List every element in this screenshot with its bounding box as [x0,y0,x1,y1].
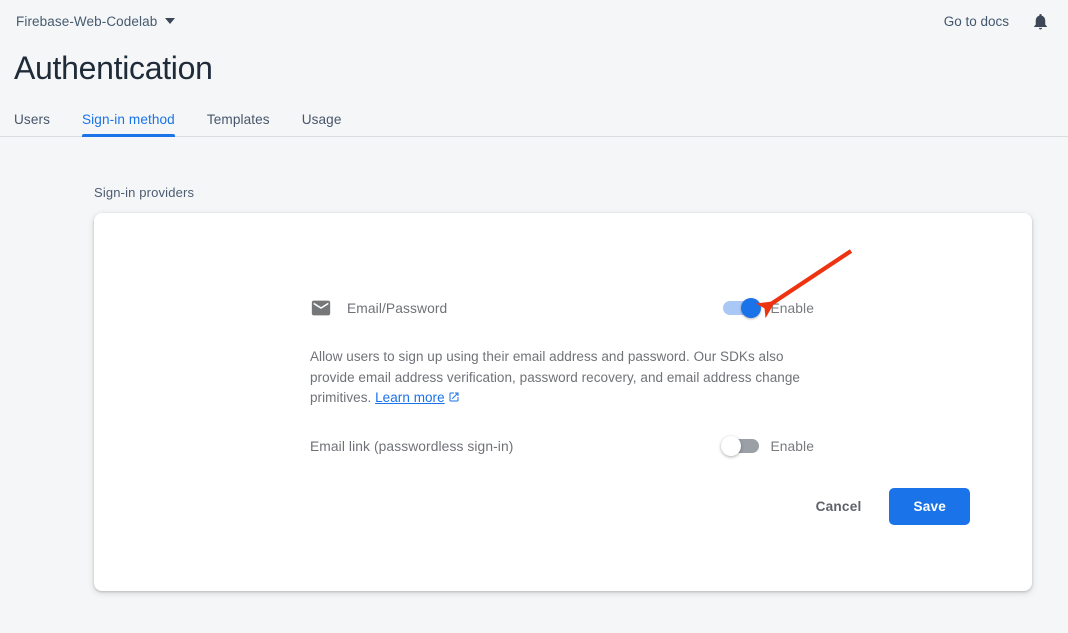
card-actions: Cancel Save [94,488,1032,525]
toggle-knob [721,436,741,456]
provider-name-email-link: Email link (passwordless sign-in) [310,439,513,454]
top-bar-right: Go to docs [944,11,1050,32]
notifications-button[interactable] [1031,11,1050,32]
tab-templates[interactable]: Templates [191,112,286,136]
sign-in-providers-card: Email/Password Enable Allow users to sig… [94,213,1032,591]
go-to-docs-link[interactable]: Go to docs [944,14,1009,29]
provider-name-email-password: Email/Password [347,301,447,316]
provider-row-email-password: Email/Password Enable [94,213,1032,319]
toggle-switch-off[interactable] [723,439,759,453]
project-name: Firebase-Web-Codelab [16,14,157,29]
toggle-switch-on[interactable] [723,301,759,315]
tab-users[interactable]: Users [14,112,66,136]
section-label-sign-in-providers: Sign-in providers [94,185,1068,200]
toggle-label-email-password: Enable [770,301,814,316]
page-title: Authentication [14,48,1068,88]
provider-row-email-link: Email link (passwordless sign-in) Enable [94,409,1032,454]
top-bar: Firebase-Web-Codelab Go to docs [0,0,1068,42]
save-button[interactable]: Save [889,488,970,525]
tab-bar: Users Sign-in method Templates Usage [0,102,1068,137]
toggle-knob [741,298,761,318]
email-password-enable-toggle[interactable]: Enable [723,301,814,316]
bell-icon [1031,11,1050,32]
mail-icon [310,297,332,319]
tab-usage[interactable]: Usage [286,112,358,136]
toggle-label-email-link: Enable [770,439,814,454]
project-selector[interactable]: Firebase-Web-Codelab [14,10,177,33]
chevron-down-icon [165,18,175,24]
provider-description-email-password: Allow users to sign up using their email… [310,347,822,409]
tab-sign-in-method[interactable]: Sign-in method [66,112,191,136]
email-link-enable-toggle[interactable]: Enable [723,439,814,454]
learn-more-link[interactable]: Learn more [375,390,445,405]
cancel-button[interactable]: Cancel [804,490,874,523]
main-content: Sign-in providers Email/Password Enable … [0,185,1068,591]
open-in-new-icon[interactable] [448,391,460,403]
